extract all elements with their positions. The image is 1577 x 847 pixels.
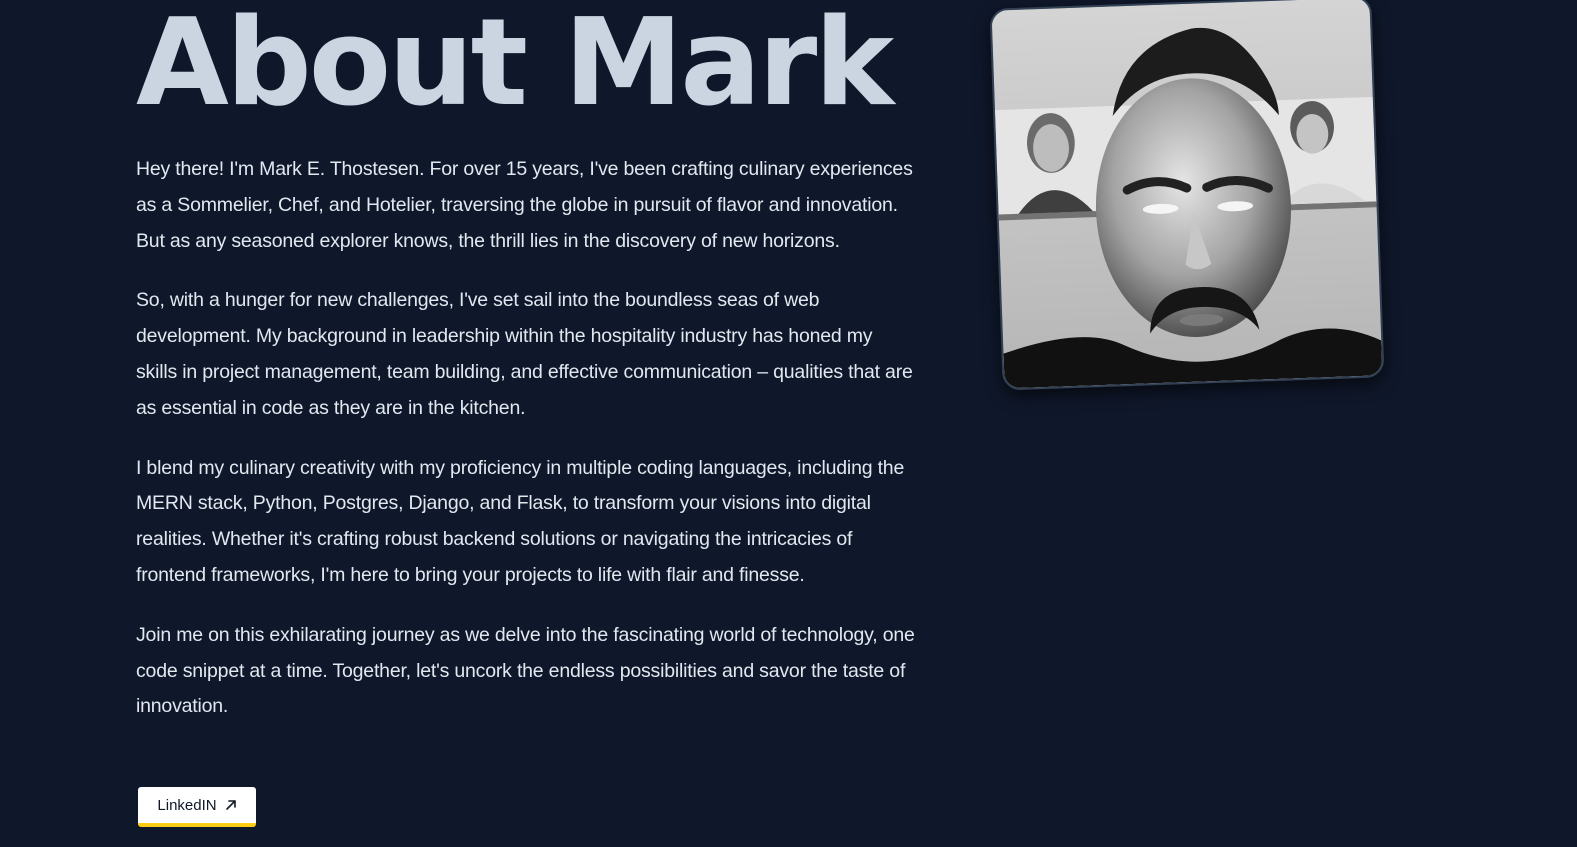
linkedin-button[interactable]: LinkedIN [138,787,256,827]
about-bio: Hey there! I'm Mark E. Thostesen. For ov… [136,152,916,749]
portrait-illustration [991,0,1383,389]
profile-photo [989,0,1385,391]
linkedin-label: LinkedIN [157,796,217,814]
bio-paragraph-2: So, with a hunger for new challenges, I'… [136,289,913,419]
bio-paragraph-3: I blend my culinary creativity with my p… [136,456,905,586]
page-title: About Mark [136,0,894,133]
bio-paragraph-1: Hey there! I'm Mark E. Thostesen. For ov… [136,158,913,252]
arrow-up-right-icon [225,799,237,811]
bio-paragraph-4: Join me on this exhilarating journey as … [136,623,915,718]
